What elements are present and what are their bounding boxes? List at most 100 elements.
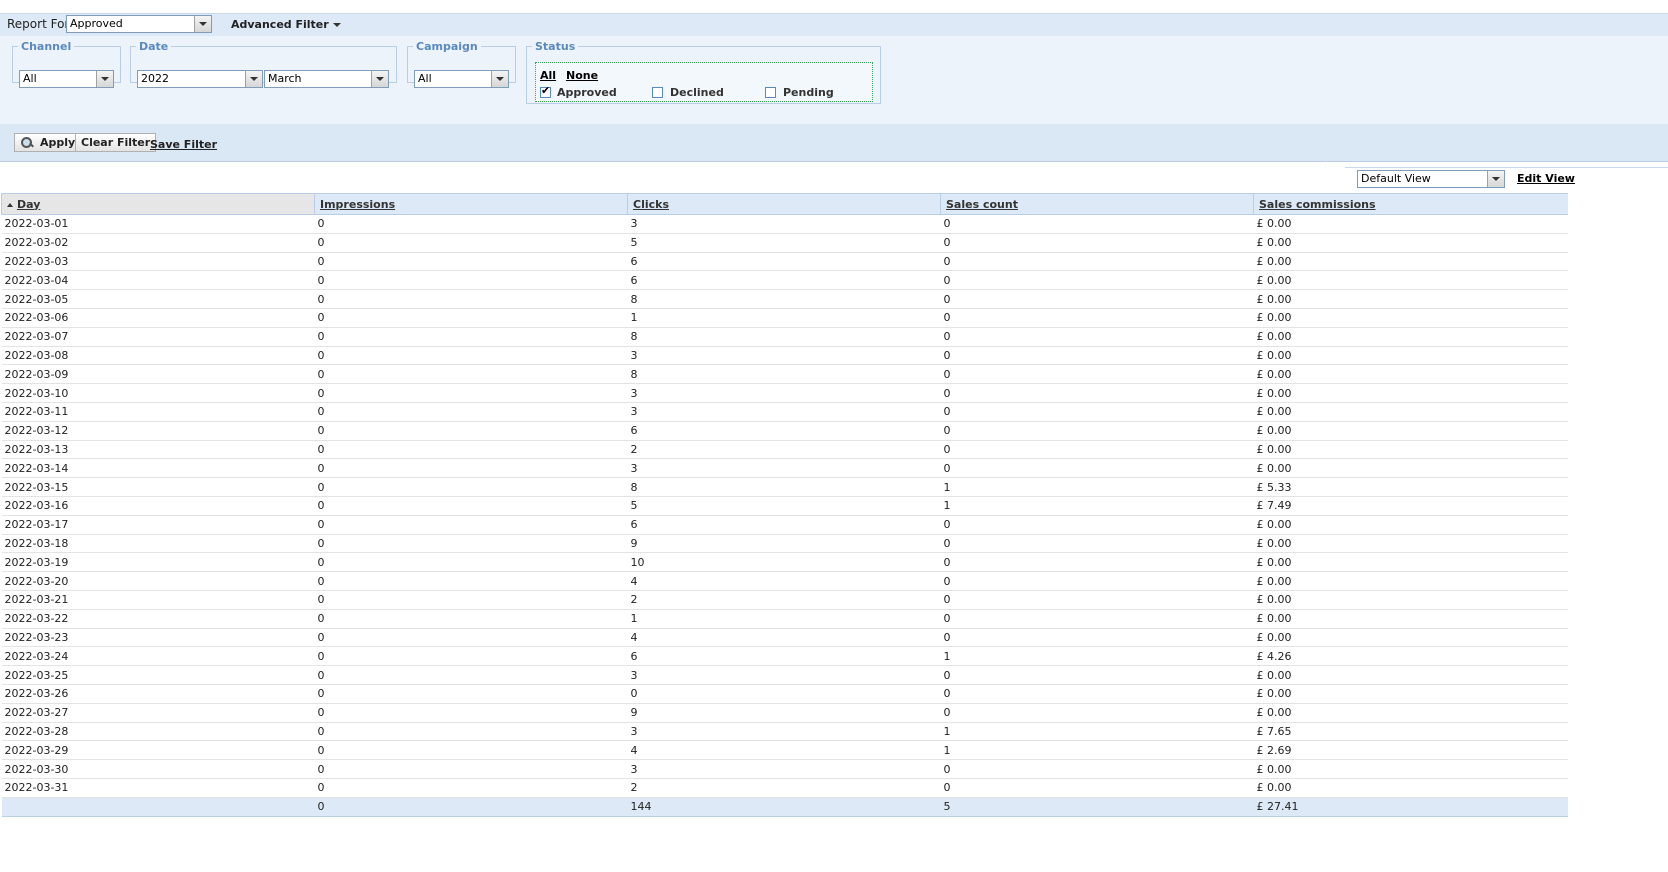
sales-count-cell: 1 <box>940 496 1254 516</box>
status-all-link[interactable]: All <box>540 69 556 82</box>
column-header-day[interactable]: Day <box>1 193 315 215</box>
sales-commissions-cell: £ 0.00 <box>1253 252 1568 272</box>
declined-label[interactable]: Declined <box>670 86 724 99</box>
sales-commissions-cell: £ 0.00 <box>1253 665 1568 685</box>
day-cell: 2022-03-17 <box>1 515 315 535</box>
column-header-label[interactable]: Impressions <box>320 198 395 211</box>
declined-checkbox[interactable] <box>652 87 663 98</box>
sales-count-cell: 1 <box>940 477 1254 497</box>
clicks-cell: 3 <box>627 759 941 779</box>
sales-commissions-cell: £ 0.00 <box>1253 703 1568 723</box>
date-year-select[interactable]: 2022 <box>137 70 263 88</box>
day-cell: 2022-03-09 <box>1 364 315 385</box>
advanced-filter-label: Advanced Filter <box>231 18 329 31</box>
save-filter-link[interactable]: Save Filter <box>150 138 217 151</box>
column-header-label[interactable]: Sales commissions <box>1259 198 1376 211</box>
chevron-down-icon[interactable] <box>245 71 262 87</box>
sales-commissions-cell: £ 0.00 <box>1253 571 1568 591</box>
pending-label[interactable]: Pending <box>783 86 834 99</box>
date-year-value: 2022 <box>141 72 169 85</box>
day-cell: 2022-03-05 <box>1 289 315 309</box>
sales-commissions-cell: £ 0.00 <box>1253 590 1568 610</box>
table-row: 2022-03-16 0 5 1 £ 7.49 <box>1 496 1568 516</box>
impressions-cell: 0 <box>314 722 628 742</box>
impressions-cell: 0 <box>314 571 628 591</box>
impressions-cell: 0 <box>314 684 628 704</box>
impressions-cell: 0 <box>314 665 628 685</box>
approved-label[interactable]: Approved <box>557 86 617 99</box>
impressions-cell: 0 <box>314 364 628 385</box>
sales-count-cell: 0 <box>940 270 1254 291</box>
column-header-label[interactable]: Sales count <box>946 198 1018 211</box>
impressions-cell: 0 <box>314 440 628 460</box>
campaign-select[interactable]: All <box>414 70 509 88</box>
chevron-down-icon[interactable] <box>371 71 388 87</box>
day-cell: 2022-03-22 <box>1 609 315 629</box>
date-legend: Date <box>139 40 169 53</box>
column-header-label[interactable]: Day <box>17 198 40 211</box>
sales-count-cell: 1 <box>940 646 1254 667</box>
table-row: 2022-03-19 0 10 0 £ 0.00 <box>1 552 1568 573</box>
view-select[interactable]: Default View <box>1357 170 1505 188</box>
sales-count-cell: 0 <box>940 458 1254 479</box>
sales-count-cell: 0 <box>940 346 1254 366</box>
day-cell: 2022-03-01 <box>1 214 315 234</box>
clicks-cell: 0 <box>627 684 941 704</box>
clicks-cell: 4 <box>627 628 941 648</box>
sales-count-cell: 0 <box>940 665 1254 685</box>
day-cell: 2022-03-13 <box>1 440 315 460</box>
sales-count-cell: 1 <box>940 722 1254 742</box>
date-month-select[interactable]: March <box>264 70 389 88</box>
approved-checkbox[interactable] <box>540 84 551 98</box>
sales-count-cell: 0 <box>940 778 1254 798</box>
clicks-cell: 4 <box>627 740 941 761</box>
sales-commissions-cell: £ 0.00 <box>1253 515 1568 535</box>
chevron-down-icon[interactable] <box>1487 171 1504 187</box>
report-for-label: Report For <box>7 17 70 31</box>
clicks-cell: 6 <box>627 646 941 667</box>
pending-checkbox[interactable] <box>765 87 776 98</box>
column-header-sales-commissions[interactable]: Sales commissions <box>1253 193 1568 215</box>
edit-view-link[interactable]: Edit View <box>1517 172 1575 185</box>
campaign-legend: Campaign <box>416 40 478 53</box>
sales-commissions-cell: £ 0.00 <box>1253 402 1568 422</box>
clicks-cell: 3 <box>627 383 941 403</box>
sales-commissions-cell: £ 0.00 <box>1253 534 1568 554</box>
chevron-down-icon[interactable] <box>194 16 211 32</box>
sales-count-cell: 0 <box>940 402 1254 422</box>
column-header-clicks[interactable]: Clicks <box>627 193 941 215</box>
table-row: 2022-03-25 0 3 0 £ 0.00 <box>1 665 1568 685</box>
sales-commissions-cell: £ 0.00 <box>1253 609 1568 629</box>
sales-commissions-cell: £ 0.00 <box>1253 346 1568 366</box>
column-header-impressions[interactable]: Impressions <box>314 193 628 215</box>
table-row: 2022-03-17 0 6 0 £ 0.00 <box>1 515 1568 535</box>
advanced-filter-toggle[interactable]: Advanced Filter <box>231 18 341 31</box>
apply-button[interactable]: Apply <box>14 133 82 152</box>
day-cell: 2022-03-30 <box>1 759 315 779</box>
date-month-value: March <box>268 72 302 85</box>
impressions-cell: 0 <box>314 590 628 610</box>
sales-count-cell: 1 <box>940 740 1254 761</box>
column-header-sales-count[interactable]: Sales count <box>940 193 1254 215</box>
impressions-cell: 0 <box>314 552 628 573</box>
clear-filter-button[interactable]: Clear Filter <box>75 133 157 152</box>
clicks-cell: 6 <box>627 270 941 291</box>
clicks-cell: 9 <box>627 703 941 723</box>
chevron-down-icon[interactable] <box>96 71 113 87</box>
column-header-label[interactable]: Clicks <box>633 198 669 211</box>
report-for-select[interactable]: Approved <box>66 15 212 33</box>
sales-count-cell: 0 <box>940 233 1254 253</box>
channel-select[interactable]: All <box>19 70 114 88</box>
sales-count-cell: 0 <box>940 628 1254 648</box>
impressions-cell: 0 <box>314 778 628 798</box>
day-cell: 2022-03-12 <box>1 421 315 441</box>
table-row: 2022-03-22 0 1 0 £ 0.00 <box>1 609 1568 629</box>
sales-commissions-cell: £ 4.26 <box>1253 646 1568 667</box>
sales-commissions-cell: £ 0.00 <box>1253 684 1568 704</box>
status-none-link[interactable]: None <box>566 69 598 82</box>
sales-commissions-cell: £ 0.00 <box>1253 759 1568 779</box>
clicks-cell: 6 <box>627 421 941 441</box>
sales-commissions-cell: £ 5.33 <box>1253 477 1568 497</box>
total-day-cell <box>1 797 315 817</box>
chevron-down-icon[interactable] <box>491 71 508 87</box>
